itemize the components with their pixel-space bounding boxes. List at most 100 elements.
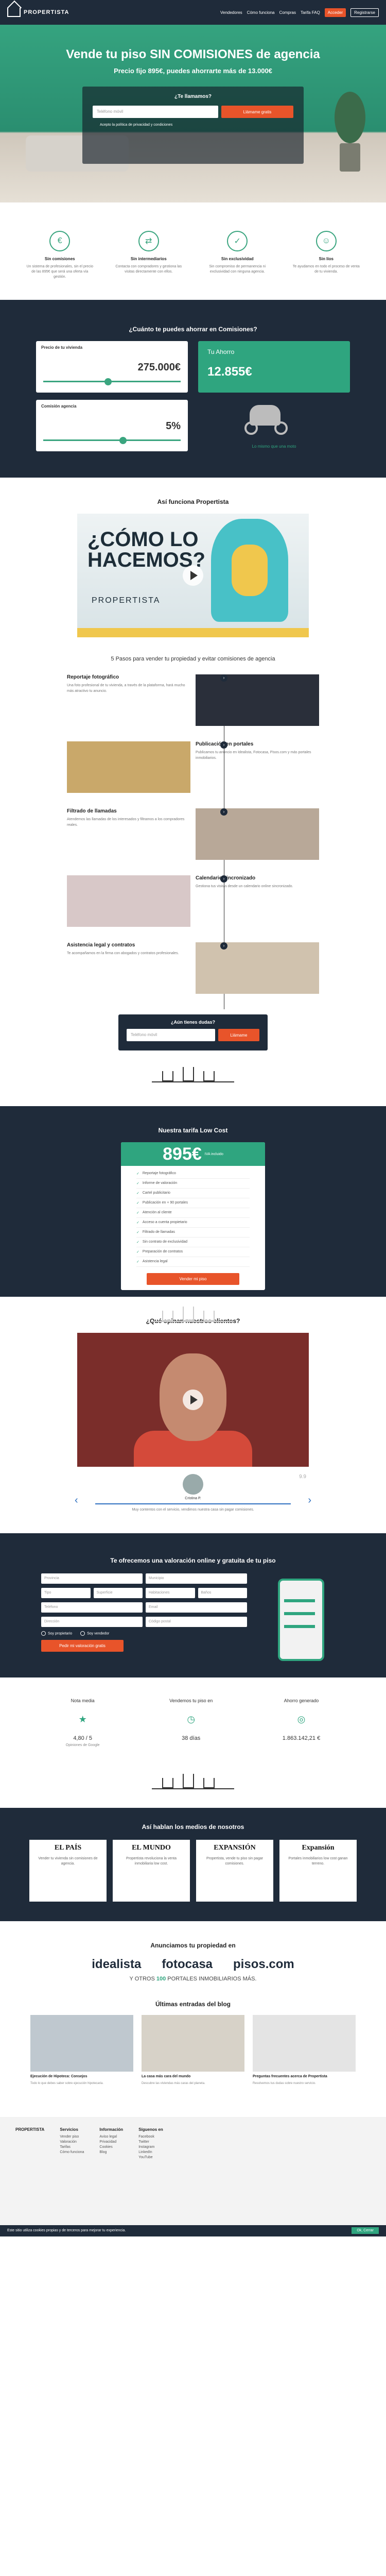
footer-link[interactable]: Valoración	[60, 2140, 84, 2144]
footer-col: Servicios Vender piso Valoración Tarifas Cóm…	[60, 2127, 84, 2215]
footer-link[interactable]: Vender piso	[60, 2135, 84, 2139]
step-title: Publicación en portales	[196, 741, 254, 748]
tariff-item: Cartel publicitario	[136, 1189, 250, 1199]
star-icon: ★	[78, 1714, 87, 1724]
press-text: Vender tu vivienda sin comisiones de age…	[38, 1857, 98, 1866]
nav-item[interactable]: Vendedores	[220, 10, 242, 15]
blog-post-title[interactable]: La casa más cara del mundo	[142, 2075, 244, 2078]
more-prefix: Y OTROS	[129, 1976, 155, 1982]
footer-col-title: Servicios	[60, 2127, 78, 2132]
avatar	[183, 1474, 203, 1495]
press-card[interactable]: EL MUNDO Propertista revoluciona la venta…	[113, 1840, 190, 1902]
press-card[interactable]: Expansión Portales inmobiliarios low cost…	[279, 1840, 357, 1902]
step-text: Una foto profesional de tu vivienda, a t…	[67, 684, 185, 693]
nav-item[interactable]: Tarifa FAQ	[301, 10, 320, 15]
stats: Nota media ★ 4,80 / 5 Opiniones de Google V…	[0, 1677, 386, 1757]
municipality-field[interactable]: Municipio	[146, 1573, 247, 1584]
phone-field[interactable]: Teléfono	[41, 1602, 143, 1613]
footer-link[interactable]: Cómo funciona	[60, 2150, 84, 2154]
youtube-link[interactable]: YouTube	[138, 2156, 163, 2159]
calc-title: ¿Cuánto te puedes ahorrar en Comisiones?	[129, 326, 257, 333]
nav-item[interactable]: Compras	[279, 10, 295, 15]
blog-post[interactable]: Preguntas frecuentes acerca de Propertis…	[253, 2015, 356, 2086]
tariff-cta-button[interactable]: Vender mi piso	[147, 1273, 239, 1285]
clock-icon: ◷	[187, 1714, 196, 1724]
privacy-checkbox[interactable]: Acepto la política de privacidad y condi…	[93, 123, 293, 127]
moto-caption: Lo mismo que una moto	[252, 444, 296, 449]
surface-field[interactable]: Superficie	[93, 1588, 143, 1599]
zip-field[interactable]: Código postal	[146, 1617, 247, 1628]
tariff-price-sub: IVA incluido	[204, 1152, 223, 1156]
chevron-left-icon[interactable]: ‹	[75, 1495, 78, 1506]
more-portals: Y OTROS 100 PORTALES INMOBILIARIOS MÁS.	[0, 1976, 386, 1982]
phone-call-image	[196, 808, 319, 860]
logo-text: PROPERTISTA	[24, 9, 69, 15]
press-section: Así hablan los medios de nosotros EL PAÍ…	[0, 1808, 386, 1922]
blog-post[interactable]: Ejecución de Hipoteca: Consejos Todo lo q…	[30, 2015, 133, 2086]
phone-input[interactable]: Teléfono móvil	[93, 106, 218, 118]
commission-slider[interactable]	[43, 439, 181, 442]
press-card[interactable]: EL PAÍS Vender tu vivienda sin comisiones…	[29, 1840, 107, 1902]
valuation-submit-button[interactable]: Pedir mi valoración gratis	[41, 1640, 124, 1652]
tariff-item: Informe de valoración	[136, 1179, 250, 1189]
tariff-item: Publicación en + 90 portales	[136, 1198, 250, 1209]
how-it-works: Así funciona Propertista ¿CÓMO LO HACEMO…	[0, 478, 386, 1086]
chevron-right-icon[interactable]: ›	[308, 1495, 311, 1506]
idealista-logo: idealista	[92, 1957, 142, 1972]
twitter-link[interactable]: Twitter	[138, 2140, 163, 2144]
more-suffix: PORTALES INMOBILIARIOS MÁS.	[167, 1976, 257, 1982]
houses-icon	[152, 1299, 234, 1325]
doubt-phone-input[interactable]: Teléfono móvil	[127, 1029, 215, 1042]
blog-post[interactable]: La casa más cara del mundo Descubre las v…	[142, 2015, 244, 2086]
stat-item: Ahorro generado ◎ 1.863.142,21 €	[283, 1698, 320, 1747]
fotocasa-logo: fotocasa	[162, 1957, 213, 1972]
pisos-logo: pisos.com	[233, 1957, 294, 1972]
footer-link[interactable]: Tarifas	[60, 2145, 84, 2149]
type-field[interactable]: Tipo	[41, 1588, 91, 1599]
hero-title: Vende tu piso SIN COMISIONES de agencia	[66, 47, 320, 61]
rooms-field[interactable]: Habitaciones	[146, 1588, 195, 1599]
facebook-link[interactable]: Facebook	[138, 2135, 163, 2139]
price-slider[interactable]	[43, 381, 181, 383]
price-card: Precio de tu vivienda 275.000€	[36, 341, 188, 393]
callback-button[interactable]: Llámame gratis	[221, 106, 293, 118]
blog-post-title[interactable]: Ejecución de Hipoteca: Consejos	[30, 2075, 133, 2078]
testimonial-text: Muy contentos con el servicio, vendimos …	[95, 1503, 291, 1513]
camera-image	[196, 674, 319, 726]
footer-link[interactable]: Cookies	[99, 2145, 123, 2149]
footer-col: Información Aviso legal Privacidad Cookies B…	[99, 2127, 123, 2215]
owner-radio[interactable]: Soy propietario	[41, 1631, 72, 1636]
register-button[interactable]: Registrarse	[350, 8, 379, 17]
tariff-item: Filtrado de llamadas	[136, 1228, 250, 1238]
price-slider-handle[interactable]	[104, 378, 112, 386]
press-title: Así hablan los medios de nosotros	[142, 1823, 244, 1831]
commission-slider-handle[interactable]	[119, 437, 127, 445]
instagram-link[interactable]: Instagram	[138, 2145, 163, 2149]
steps-timeline: Reportaje fotográfico Una foto profesiona…	[31, 674, 355, 1010]
seller-radio[interactable]: Soy vendedor	[80, 1631, 109, 1636]
nav-item[interactable]: Cómo funciona	[247, 10, 275, 15]
blog-post-title[interactable]: Preguntas frecuentes acerca de Propertis…	[253, 2075, 356, 2078]
footer-link[interactable]: Aviso legal	[99, 2135, 123, 2139]
linkedin-link[interactable]: LinkedIn	[138, 2150, 163, 2154]
testimonial-video[interactable]	[77, 1333, 309, 1467]
footer-link[interactable]: Privacidad	[99, 2140, 123, 2144]
doubt-call-button[interactable]: Llámame	[218, 1029, 259, 1042]
how-title: Así funciona Propertista	[157, 498, 229, 506]
press-card[interactable]: EXPANSIÓN Propertista, vende tu piso sin …	[196, 1840, 273, 1902]
feature-item: € Sin comisiones Un sistema de profesional…	[26, 231, 93, 279]
tariff-item: Reportaje fotográfico	[136, 1169, 250, 1179]
email-field[interactable]: Email	[146, 1602, 247, 1613]
province-field[interactable]: Provincia	[41, 1573, 143, 1584]
address-field[interactable]: Dirección	[41, 1617, 143, 1628]
tariff-item: Sin contrato de exclusividad	[136, 1238, 250, 1248]
cookie-accept-button[interactable]: Ok, Cerrar	[352, 2227, 379, 2234]
stat-label: Ahorro generado	[284, 1698, 319, 1704]
bathrooms-field[interactable]: Baños	[198, 1588, 247, 1599]
footer-link[interactable]: Blog	[99, 2150, 123, 2154]
logo[interactable]: PROPERTISTA	[7, 8, 69, 17]
login-button[interactable]: Acceder	[324, 8, 346, 17]
feature-text: Contacta con compradores y gestiona las …	[115, 265, 182, 274]
intro-video[interactable]: ¿CÓMO LO HACEMOS? PROPERTISTA	[77, 514, 309, 638]
valuation-section: Te ofrecemos una valoración online y gra…	[0, 1533, 386, 1678]
